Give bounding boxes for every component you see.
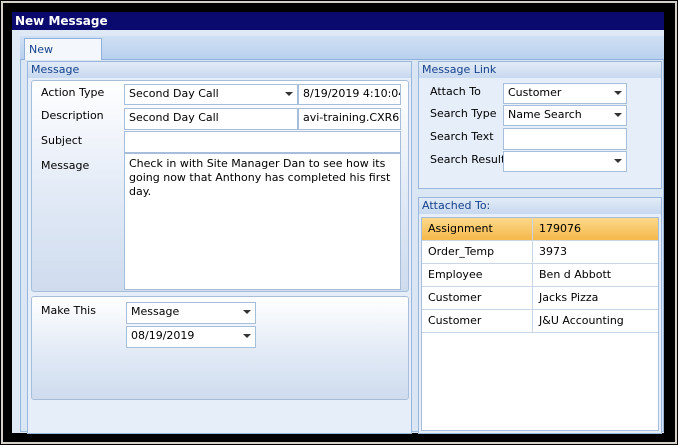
search-type-value: Name Search [508,108,582,121]
action-type-label: Action Type [41,86,105,99]
message-panel-header: Message [28,62,411,78]
table-row[interactable]: Assignment 179076 [422,218,658,241]
search-result-dropdown[interactable] [503,151,627,172]
make-this-date-value: 08/19/2019 [131,329,195,342]
window-title: New Message [12,12,664,30]
row-value: Jacks Pizza [539,291,599,304]
message-textarea[interactable]: Check in with Site Manager Dan to see ho… [124,153,401,290]
make-this-date-dropdown[interactable]: 08/19/2019 [126,326,256,348]
chevron-down-icon [243,310,251,314]
chevron-down-icon [614,91,622,95]
attached-to-grid: Assignment 179076 Order_Temp 3973 Employ… [421,217,659,431]
row-type: Customer [422,287,533,309]
row-value: Ben d Abbott [539,268,612,281]
action-type-dropdown[interactable]: Second Day Call [124,84,298,105]
attach-to-dropdown[interactable]: Customer [503,83,627,104]
action-type-value: Second Day Call [129,87,219,100]
chevron-down-icon [614,113,622,117]
description-label: Description [41,109,104,122]
make-this-label: Make This [41,304,96,317]
table-row[interactable]: Order_Temp 3973 [422,241,658,264]
row-type: Employee [422,264,533,286]
subject-label: Subject [41,134,83,147]
row-type: Customer [422,310,533,332]
row-value: 3973 [539,245,567,258]
search-text-label: Search Text [430,130,494,143]
row-type: Order_Temp [422,241,533,263]
subject-field[interactable] [124,131,401,153]
message-link-header: Message Link [419,62,661,78]
make-this-type-value: Message [131,305,180,318]
chevron-down-icon [614,159,622,163]
make-this-type-dropdown[interactable]: Message [126,302,256,324]
attach-to-value: Customer [508,86,562,99]
chevron-down-icon [243,334,251,338]
search-result-label: Search Result [430,153,506,166]
table-row[interactable]: Employee Ben d Abbott [422,264,658,287]
attach-to-label: Attach To [430,85,481,98]
search-type-label: Search Type [430,107,497,120]
row-type: Assignment [422,218,533,240]
description-field[interactable]: Second Day Call [124,108,298,130]
description-source-field: avi-training.CXR6 [298,108,401,130]
table-row[interactable]: Customer Jacks Pizza [422,287,658,310]
chevron-down-icon [285,92,293,96]
row-value: 179076 [539,222,581,235]
attached-to-header: Attached To: [419,198,661,214]
row-value: J&U Accounting [539,314,624,327]
search-text-input[interactable] [503,128,627,150]
table-row[interactable]: Customer J&U Accounting [422,310,658,333]
message-label: Message [41,159,90,172]
search-type-dropdown[interactable]: Name Search [503,105,627,126]
action-datetime-field: 8/19/2019 4:10:04 [298,84,401,105]
tab-new-message[interactable]: New Message [24,38,102,78]
tab-strip [20,36,664,60]
